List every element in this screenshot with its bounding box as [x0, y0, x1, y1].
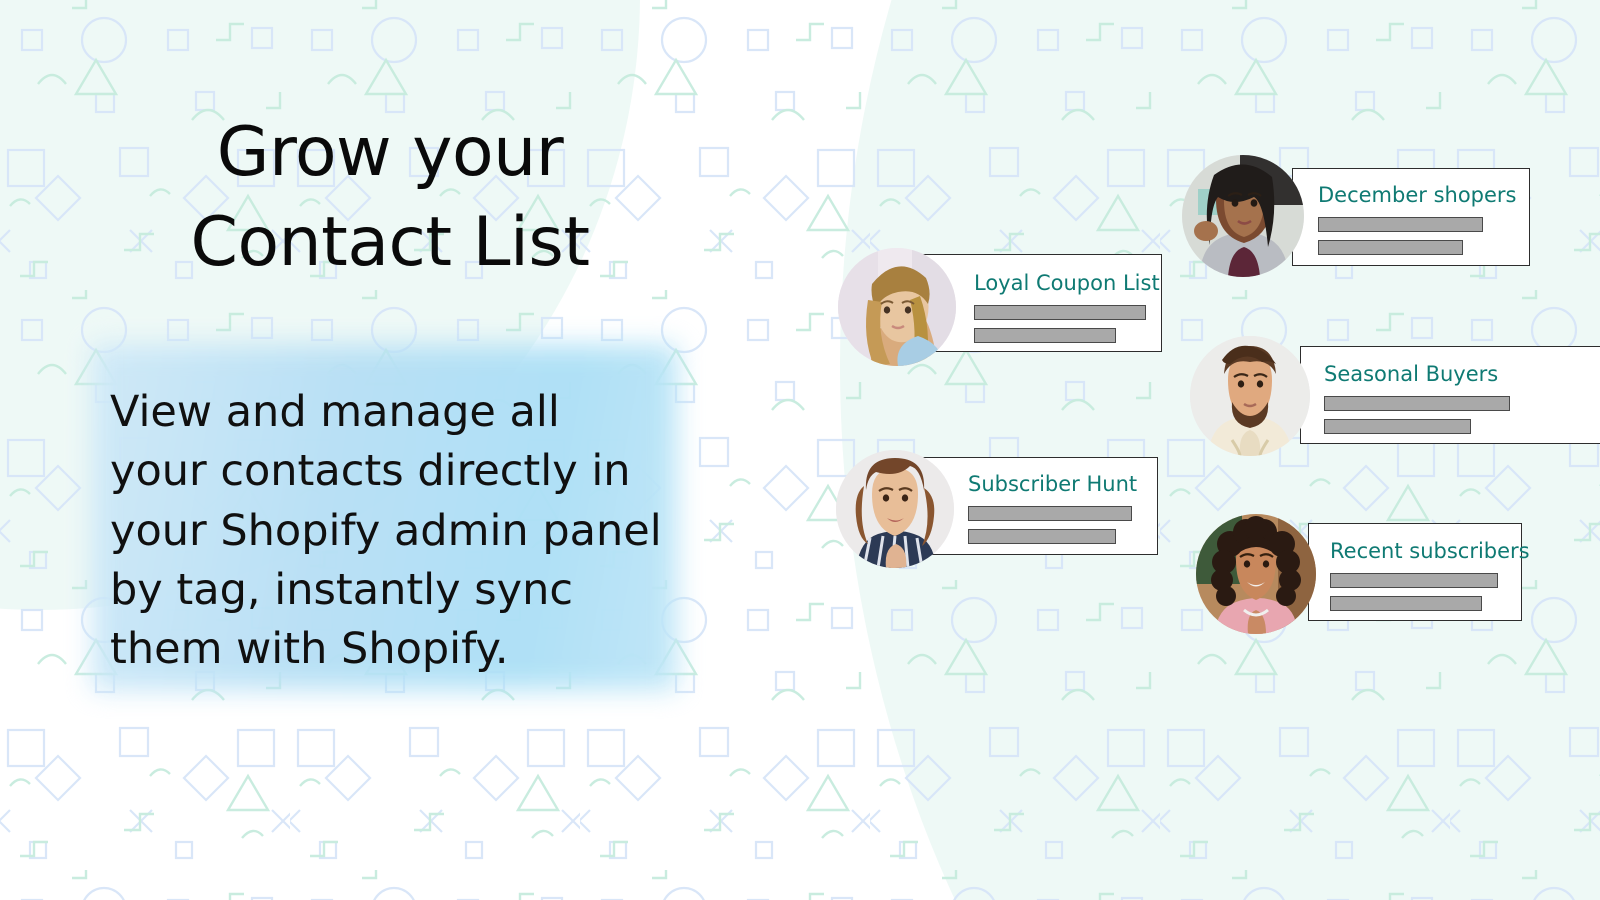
card-bar-2: [1324, 419, 1471, 434]
card-title: Loyal Coupon List: [974, 271, 1160, 295]
card-bar-2: [1330, 596, 1482, 611]
avatar-woman-dark-hair-grey-blazer: [1182, 155, 1304, 277]
card-bar-1: [968, 506, 1132, 521]
description-highlight-block: View and manage all your contacts direct…: [92, 345, 677, 690]
card-title: December shopers: [1318, 183, 1517, 207]
avatar-woman-blonde-blue-shirt: [838, 248, 956, 366]
card-bar-1: [1318, 217, 1483, 232]
card-title: Recent subscribers: [1330, 539, 1530, 563]
card-bar-2: [1318, 240, 1463, 255]
avatar-man-beard-cream-shirt: [1190, 336, 1310, 456]
contact-card-recent-subscribers[interactable]: Recent subscribers: [1196, 514, 1530, 634]
contact-card-seasonal-buyers[interactable]: Seasonal Buyers: [1190, 336, 1600, 456]
slide-canvas: Grow your Contact List View and manage a…: [0, 0, 1600, 900]
card-title: Subscriber Hunt: [968, 472, 1138, 496]
description-text: View and manage all your contacts direct…: [110, 387, 662, 675]
contact-card-subscriber-hunt[interactable]: Subscriber Hunt: [836, 450, 1158, 568]
page-title: Grow your Contact List: [190, 113, 590, 282]
contact-card-december-shopers[interactable]: December shopers: [1182, 155, 1530, 277]
contact-card-loyal-coupon-list[interactable]: Loyal Coupon List: [838, 248, 1163, 366]
card-bar-2: [968, 529, 1116, 544]
card-bar-1: [974, 305, 1146, 320]
card-bar-1: [1324, 396, 1510, 411]
card-bar-1: [1330, 573, 1498, 588]
avatar-woman-brown-hair-striped-top: [836, 450, 954, 568]
card-bar-2: [974, 328, 1116, 343]
avatar-woman-curly-hair-pink-top: [1196, 514, 1316, 634]
card-title: Seasonal Buyers: [1324, 362, 1499, 386]
